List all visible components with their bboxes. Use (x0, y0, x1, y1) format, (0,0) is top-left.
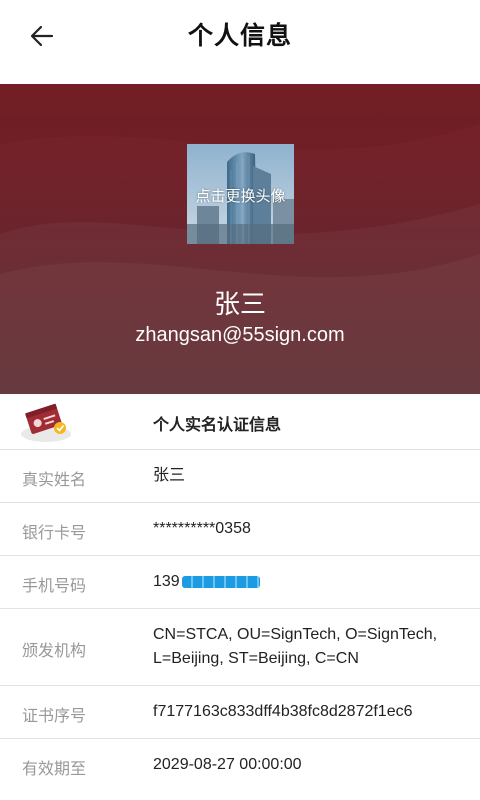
redaction-mark (181, 575, 260, 588)
section-title: 个人实名认证信息 (153, 417, 282, 434)
field-label: 银行卡号 (22, 525, 87, 542)
field-row-real-name: 真实姓名 张三 (0, 450, 480, 503)
field-row-cert-serial: 证书序号 f7177163c833dff4b38fc8d2872f1ec6 (0, 686, 480, 739)
page-title: 个人信息 (187, 22, 292, 50)
id-card-icon (21, 403, 71, 442)
field-label: 手机号码 (22, 578, 87, 595)
issuer-line-2: L=Beijing, ST=Beijing, C=CN (153, 650, 359, 667)
field-value: 2029-08-27 00:00:00 (153, 756, 302, 773)
profile-hero: 点击更换头像 张三 zhangsan@55sign.com (0, 84, 480, 394)
phone-value-container: 139 (153, 570, 463, 594)
field-value: f7177163c833dff4b38fc8d2872f1ec6 (153, 703, 413, 720)
app-header: 个人信息 (0, 0, 480, 84)
change-avatar-hint: 点击更换头像 (195, 188, 286, 205)
issuer-value: CN=STCA, OU=SignTech, O=SignTech, L=Beij… (153, 623, 463, 671)
field-row-bank-card: 银行卡号 **********0358 (0, 503, 480, 556)
issuer-line-1: CN=STCA, OU=SignTech, O=SignTech, (153, 626, 438, 643)
field-label: 有效期至 (22, 761, 87, 778)
field-row-issuer: 颁发机构 CN=STCA, OU=SignTech, O=SignTech, L… (0, 609, 480, 686)
field-label: 证书序号 (22, 708, 87, 725)
field-value: 139 (153, 573, 180, 590)
field-label: 真实姓名 (22, 472, 87, 489)
avatar[interactable]: 点击更换头像 (187, 144, 294, 244)
field-row-phone: 手机号码 139 (0, 556, 480, 609)
verification-section-header: 个人实名认证信息 (0, 394, 480, 450)
user-email: zhangsan@55sign.com (135, 324, 345, 346)
field-value: **********0358 (153, 520, 251, 537)
field-row-valid-until: 有效期至 2029-08-27 00:00:00 (0, 739, 480, 800)
user-name: 张三 (213, 289, 266, 319)
field-label: 颁发机构 (22, 643, 87, 660)
field-value: 张三 (153, 467, 186, 484)
